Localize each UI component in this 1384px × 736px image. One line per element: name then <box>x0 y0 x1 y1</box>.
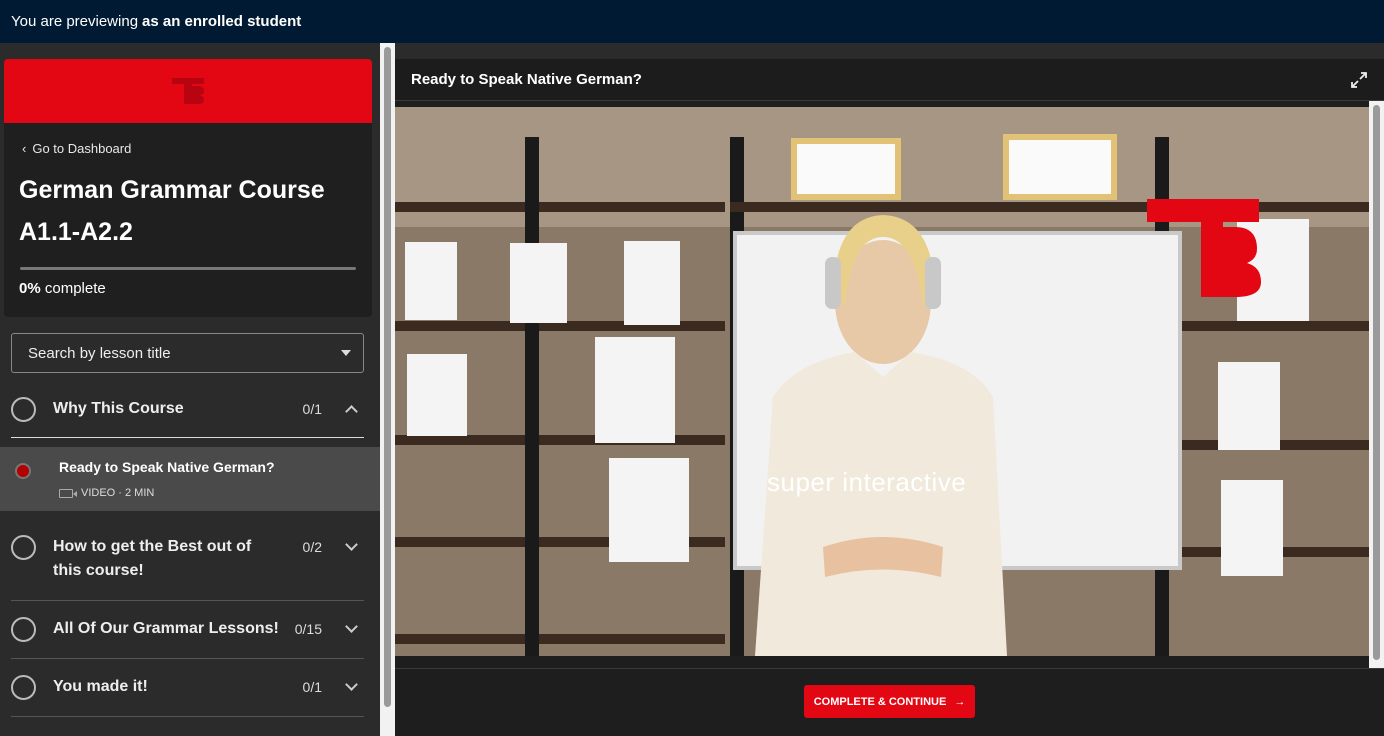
section-title: All Of Our Grammar Lessons! <box>53 620 279 637</box>
section-grammar-lessons[interactable]: All Of Our Grammar Lessons! 0/15 <box>11 617 364 642</box>
section-status-circle-icon <box>11 397 36 422</box>
section-title: Why This Course <box>53 400 184 417</box>
section-title: You made it! <box>53 678 148 695</box>
video-frame-image <box>395 107 1369 656</box>
progress-label: 0% complete <box>19 280 106 297</box>
sidebar-scroll-thumb[interactable] <box>384 47 391 707</box>
progress-percent: 0% <box>19 280 41 297</box>
lesson-status-icon <box>15 463 31 479</box>
section-status-circle-icon <box>11 535 36 560</box>
section-count: 0/15 <box>294 621 322 637</box>
caret-down-icon <box>341 350 351 356</box>
section-count: 0/1 <box>302 401 322 417</box>
preview-banner: You are previewing as an enrolled studen… <box>0 0 1384 43</box>
section-divider <box>11 658 364 659</box>
brand-banner <box>4 59 372 123</box>
course-card: ‹ Go to Dashboard German Grammar Course … <box>4 59 372 317</box>
video-camera-icon <box>59 488 77 498</box>
lesson-title: Ready to Speak Native German? <box>59 459 275 475</box>
section-you-made-it[interactable]: You made it! 0/1 <box>11 675 364 700</box>
section-divider <box>11 600 364 601</box>
main-top-spacer <box>395 43 1384 59</box>
video-caption: super interactive <box>767 467 967 497</box>
chevron-left-icon: ‹ <box>22 141 27 156</box>
progress-suffix: complete <box>44 280 106 297</box>
complete-button-label: COMPLETE & CONTINUE <box>813 695 947 708</box>
lesson-meta-text: VIDEO · 2 MIN <box>81 487 155 499</box>
course-sidebar: ‹ Go to Dashboard German Grammar Course … <box>0 43 380 736</box>
course-title: German Grammar Course A1.1-A2.2 <box>19 176 325 246</box>
section-divider <box>11 716 364 717</box>
brand-logo-icon <box>172 78 204 104</box>
chevron-down-icon[interactable] <box>345 538 358 551</box>
lesson-header: Ready to Speak Native German? <box>395 59 1384 101</box>
section-count: 0/1 <box>302 679 322 695</box>
preview-text: You are previewing <box>11 13 139 30</box>
lesson-header-title: Ready to Speak Native German? <box>411 71 642 88</box>
chevron-down-icon[interactable] <box>345 678 358 691</box>
chevron-up-icon[interactable] <box>345 405 358 418</box>
section-why-this-course[interactable]: Why This Course 0/1 <box>11 397 364 422</box>
sidebar-scrollbar[interactable] <box>380 43 395 736</box>
section-status-circle-icon <box>11 617 36 642</box>
expand-icon[interactable] <box>1350 71 1368 89</box>
section-count: 0/2 <box>302 539 322 555</box>
section-status-circle-icon <box>11 675 36 700</box>
lesson-search-select[interactable]: Search by lesson title <box>11 333 364 373</box>
lesson-video-player[interactable]: super interactive <box>395 107 1369 656</box>
complete-and-continue-button[interactable]: COMPLETE & CONTINUE → <box>804 685 975 718</box>
search-placeholder: Search by lesson title <box>28 344 171 362</box>
lesson-meta: VIDEO · 2 MIN <box>59 487 154 499</box>
lesson-item-active[interactable]: Ready to Speak Native German? VIDEO · 2 … <box>0 447 380 511</box>
go-to-dashboard-link[interactable]: ‹ Go to Dashboard <box>22 141 131 156</box>
dashboard-link-label: Go to Dashboard <box>32 141 132 156</box>
progress-bar <box>20 267 356 270</box>
lesson-footer: COMPLETE & CONTINUE → <box>395 668 1384 736</box>
section-divider <box>11 437 364 438</box>
arrow-right-icon: → <box>954 695 966 708</box>
section-title: How to get the Best out of this course! <box>53 538 252 579</box>
section-best-out-of-course[interactable]: How to get the Best out of this course! … <box>11 535 364 583</box>
content-scroll-thumb[interactable] <box>1373 105 1380 660</box>
chevron-down-icon[interactable] <box>345 620 358 633</box>
preview-mode: as an enrolled student <box>142 13 302 30</box>
content-scrollbar[interactable] <box>1369 101 1384 668</box>
